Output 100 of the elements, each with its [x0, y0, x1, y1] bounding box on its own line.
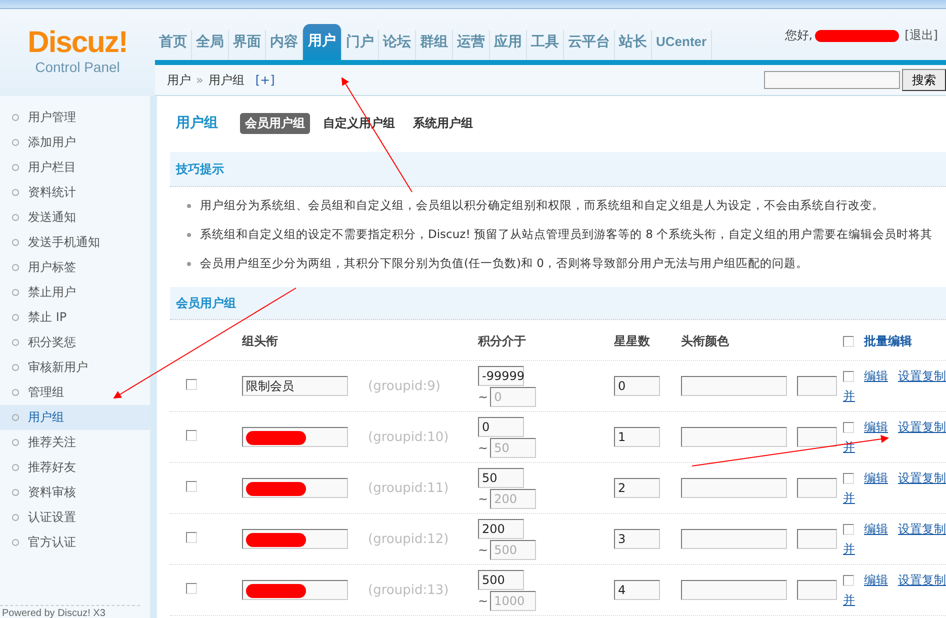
redaction-mark	[246, 532, 306, 547]
sidebar-item[interactable]: 用户栏目	[0, 155, 150, 180]
search-field[interactable]	[764, 71, 900, 89]
input-field[interactable]: 200	[478, 518, 524, 538]
input-field[interactable]	[681, 478, 787, 498]
merge-link[interactable]: 并	[843, 540, 855, 558]
checkbox[interactable]	[186, 583, 197, 594]
nav-tab[interactable]: 用户	[303, 24, 342, 60]
circle-icon	[12, 539, 19, 546]
checkbox[interactable]	[843, 370, 854, 382]
copy-settings-link[interactable]: 设置复制	[898, 418, 946, 436]
checkbox[interactable]	[186, 481, 197, 492]
sidebar-item[interactable]: 发送通知	[0, 205, 150, 230]
circle-icon	[12, 139, 19, 146]
input-field[interactable]: 3	[614, 529, 660, 549]
tilde-text: ~	[478, 492, 488, 506]
input-field[interactable]: 4	[614, 580, 660, 600]
input-field[interactable]: 50	[478, 468, 524, 488]
add-link[interactable]: [+]	[255, 73, 275, 87]
group-tab[interactable]: 系统用户组	[408, 112, 478, 134]
sidebar-item[interactable]: 资料统计	[0, 180, 150, 205]
circle-icon	[12, 164, 19, 171]
edit-link[interactable]: 编辑	[864, 418, 888, 436]
input-field[interactable]: 0	[614, 376, 660, 396]
tilde-text: ~	[478, 390, 488, 404]
input-field[interactable]	[681, 580, 787, 600]
sidebar-item[interactable]: 推荐关注	[0, 430, 150, 455]
sidebar-item[interactable]: 发送手机通知	[0, 230, 150, 255]
breadcrumb-item: 用户组	[208, 72, 244, 88]
circle-icon	[12, 489, 19, 496]
input-field[interactable]: -99999	[478, 366, 524, 386]
group-tab[interactable]: 会员用户组	[240, 112, 310, 134]
checkbox[interactable]	[186, 532, 197, 543]
logout-link[interactable]: [退出]	[904, 27, 938, 44]
input-field[interactable]: 0	[478, 416, 524, 436]
merge-link[interactable]: 并	[843, 592, 855, 608]
input-field[interactable]: 限制会员	[242, 376, 348, 396]
checkbox[interactable]	[843, 336, 854, 346]
sidebar-item[interactable]: 推荐好友	[0, 455, 150, 480]
input-field[interactable]	[797, 580, 837, 600]
copy-settings-link[interactable]: 设置复制	[898, 572, 946, 588]
edit-link[interactable]: 编辑	[864, 470, 888, 486]
edit-link[interactable]: 编辑	[864, 368, 888, 384]
sidebar-item[interactable]: 用户标签	[0, 255, 150, 280]
checkbox[interactable]	[843, 524, 854, 534]
edit-link[interactable]: 编辑	[864, 520, 888, 538]
merge-link[interactable]: 并	[843, 388, 855, 404]
sidebar-item[interactable]: 禁止用户	[0, 280, 150, 305]
sidebar-item[interactable]: 审核新用户	[0, 355, 150, 380]
sidebar-item[interactable]: 认证设置	[0, 505, 150, 530]
circle-icon	[12, 239, 19, 246]
input-field[interactable]: 2	[614, 478, 660, 498]
input-field[interactable]	[797, 427, 837, 447]
input-field[interactable]: 500	[478, 570, 524, 590]
column-header: 头衔颜色	[681, 332, 730, 350]
circle-icon	[12, 114, 19, 121]
column-header: 组头衔	[242, 332, 279, 350]
circle-icon	[12, 464, 19, 471]
copy-settings-link[interactable]: 设置复制	[898, 470, 946, 486]
sidebar-item[interactable]: 禁止 IP	[0, 305, 150, 330]
input-field[interactable]: 1	[614, 427, 660, 447]
input-field[interactable]	[797, 376, 837, 396]
input-field[interactable]	[681, 529, 787, 549]
batch-edit-link[interactable]: 批量编辑	[864, 332, 912, 350]
sidebar-item[interactable]: 资料审核	[0, 480, 150, 505]
sidebar-item[interactable]: 用户管理	[0, 105, 150, 130]
logo-text: Discuz!	[28, 27, 128, 59]
checkbox[interactable]	[186, 430, 197, 441]
sidebar-item[interactable]: 用户组	[0, 405, 150, 430]
checkbox[interactable]	[843, 422, 854, 432]
group-id: (groupid:9)	[368, 378, 442, 394]
sidebar-item[interactable]: 管理组	[0, 380, 150, 405]
sidebar-item[interactable]: 积分奖惩	[0, 330, 150, 355]
sidebar-item[interactable]: 官方认证	[0, 530, 150, 555]
bullet-icon	[187, 204, 191, 208]
redaction-mark	[246, 430, 306, 445]
input-field[interactable]	[797, 478, 837, 498]
circle-icon	[12, 339, 19, 346]
copy-settings-link[interactable]: 设置复制	[898, 368, 946, 384]
input-field[interactable]	[242, 427, 348, 447]
breadcrumb-item: 用户	[167, 72, 191, 88]
checkbox[interactable]	[843, 472, 854, 484]
input-field[interactable]	[242, 580, 348, 600]
input-field[interactable]	[681, 427, 787, 447]
tilde-text: ~	[478, 542, 488, 556]
input-field[interactable]	[681, 376, 787, 396]
circle-icon	[12, 414, 19, 421]
tip-text: 系统组和自定义组的设定不需要指定积分，Discuz! 预留了从站点管理员到游客等的 8 个系统头衔，自定义组的用户需要在编辑会员时将其	[200, 227, 933, 242]
copy-settings-link[interactable]: 设置复制	[898, 520, 946, 538]
group-id: (groupid:12)	[368, 532, 450, 546]
checkbox[interactable]	[186, 379, 197, 390]
sidebar-item[interactable]: 添加用户	[0, 130, 150, 155]
input-field[interactable]	[797, 529, 837, 549]
search-button[interactable]: 搜索	[902, 69, 946, 91]
merge-link[interactable]: 并	[843, 490, 855, 506]
edit-link[interactable]: 编辑	[864, 572, 888, 588]
input-field[interactable]	[242, 529, 348, 549]
circle-icon	[12, 264, 19, 271]
input-field[interactable]	[242, 478, 348, 498]
checkbox[interactable]	[843, 574, 854, 586]
